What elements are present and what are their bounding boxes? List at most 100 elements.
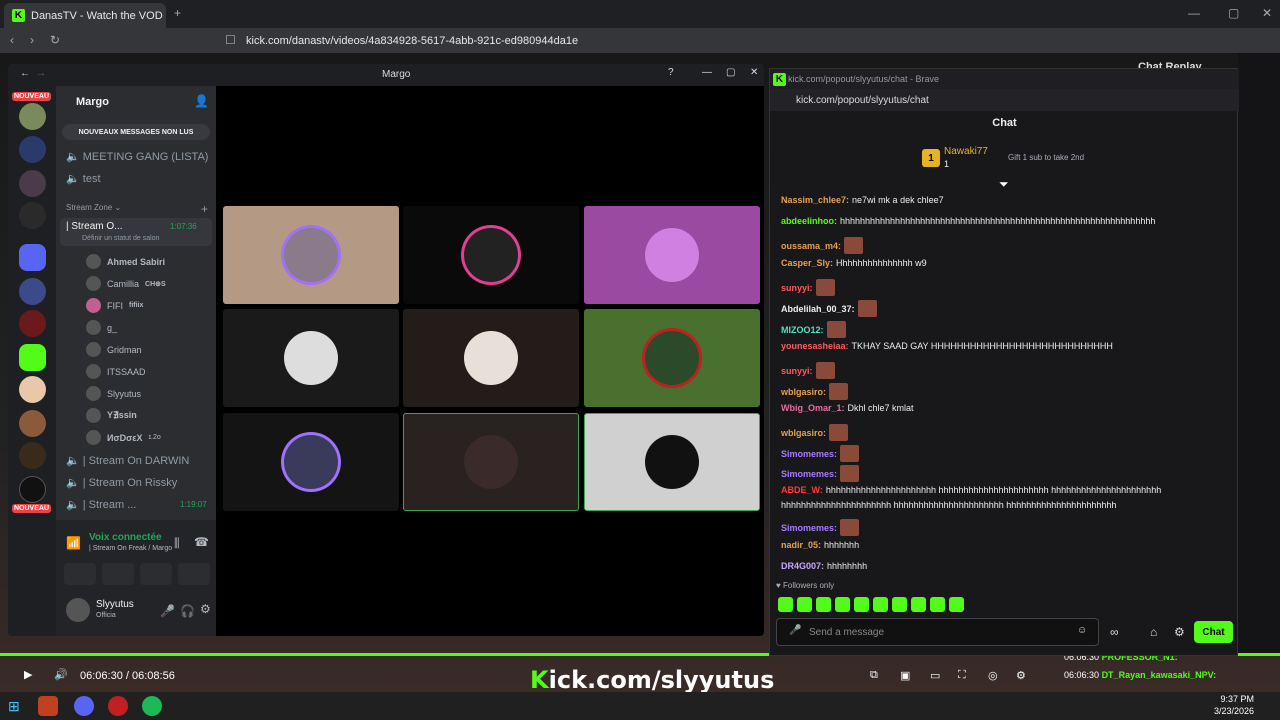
new-messages-pill[interactable]: NOUVEAUX MESSAGES NON LUS [62, 124, 210, 140]
voice-channel[interactable]: 🔈 | Stream On Rissky [66, 476, 177, 489]
emote-icon[interactable] [949, 597, 964, 612]
participant-tile[interactable] [403, 206, 579, 304]
server-icon[interactable] [19, 278, 46, 305]
close-window-icon[interactable]: ✕ [1262, 6, 1272, 20]
voice-channel[interactable]: 🔈 MEETING GANG (LISTA) [66, 150, 208, 163]
server-icon[interactable] [19, 136, 46, 163]
minimize-icon[interactable]: — [1188, 6, 1200, 20]
voice-member[interactable]: Ahmed Sabiri [86, 254, 171, 269]
participant-tile[interactable] [403, 309, 579, 407]
settings-icon[interactable]: ⚙ [1174, 625, 1185, 639]
browser-tab[interactable]: K DanasTV - Watch the VOD on Ki ✕ [4, 3, 166, 28]
server-icon[interactable] [19, 202, 46, 229]
help-icon[interactable]: ? [668, 67, 674, 78]
voice-member[interactable]: g_ [86, 320, 117, 335]
noise-icon[interactable]: ⫼ [174, 536, 180, 551]
url-field[interactable]: kick.com/danastv/videos/4a834928-5617-4a… [246, 28, 966, 53]
channel-status[interactable]: Définir un statut de salon [82, 235, 159, 242]
emote-icon[interactable] [816, 597, 831, 612]
theater-icon[interactable]: ▭ [930, 669, 940, 682]
forward-icon[interactable]: › [30, 33, 34, 47]
participant-tile[interactable] [584, 309, 760, 407]
close-icon[interactable]: ✕ [750, 67, 758, 78]
chat-username[interactable]: Wbig_Omar_1: [781, 403, 845, 413]
server-icon[interactable] [19, 442, 46, 469]
send-chat-button[interactable]: Chat [1194, 621, 1233, 643]
back-arrow-icon[interactable]: ← [20, 68, 30, 79]
participant-tile[interactable] [223, 413, 399, 511]
clip-icon[interactable]: ▣ [900, 669, 910, 682]
emote-icon[interactable] [930, 597, 945, 612]
category-header[interactable]: Stream Zone ⌄ [66, 203, 121, 212]
chat-username[interactable]: ABDE_W: [781, 485, 823, 495]
volume-icon[interactable]: 🔊 [54, 668, 68, 681]
microphone-icon[interactable]: 🎤 [789, 625, 801, 636]
participant-tile[interactable] [584, 206, 760, 304]
voice-member[interactable]: ITSSAAD [86, 364, 146, 379]
minimize-icon[interactable]: — [702, 67, 712, 78]
windows-start-icon[interactable]: ⊞ [8, 698, 20, 715]
fullscreen-icon[interactable]: ⛶ [958, 669, 966, 682]
participant-tile[interactable] [403, 413, 579, 511]
emoji-icon[interactable]: ☺ [1077, 625, 1087, 636]
chat-username[interactable]: sunyyi: [781, 283, 813, 293]
server-icon[interactable] [19, 410, 46, 437]
spotify-taskbar-icon[interactable] [142, 696, 162, 716]
chat-input[interactable]: 🎤 Send a message ☺ [776, 618, 1099, 646]
chat-username[interactable]: sunyyi: [781, 366, 813, 376]
add-channel-icon[interactable]: + [201, 202, 208, 216]
chat-username[interactable]: abdeelinhoo: [781, 216, 837, 226]
microphone-icon[interactable]: 🎤 [160, 604, 175, 618]
settings-icon[interactable]: ⚙ [200, 602, 211, 616]
bookmark-icon[interactable]: ☐ [225, 33, 236, 47]
clock-date[interactable]: 3/23/2026 [1204, 706, 1254, 716]
server-name[interactable]: Margo [76, 96, 109, 108]
voice-member[interactable]: Slyyutus [86, 386, 141, 401]
chat-username[interactable]: wblgasiro: [781, 387, 826, 397]
activities-button[interactable] [140, 563, 172, 585]
emote-icon[interactable] [854, 597, 869, 612]
voice-member[interactable]: Camillia CH⊕S [86, 276, 166, 291]
participant-tile[interactable] [223, 206, 399, 304]
server-icon[interactable] [19, 476, 46, 503]
maximize-icon[interactable]: ▢ [726, 67, 735, 78]
screen-share-button[interactable] [102, 563, 134, 585]
voice-member[interactable]: FIFI fifiix [86, 298, 143, 313]
chat-username[interactable]: Abdelilah_00_37: [781, 304, 855, 314]
camera-button[interactable] [64, 563, 96, 585]
maximize-icon[interactable]: ▢ [1228, 6, 1239, 20]
voice-status[interactable]: Voix connectée [89, 532, 162, 543]
participant-tile[interactable] [584, 413, 760, 511]
brave-taskbar-icon[interactable] [38, 696, 58, 716]
emote-icon[interactable] [873, 597, 888, 612]
chat-username[interactable]: MIZOO12: [781, 325, 824, 335]
speed-icon[interactable]: ◎ [988, 669, 998, 682]
emote-icon[interactable] [892, 597, 907, 612]
chat-username[interactable]: younesasheiaa: [781, 341, 849, 351]
new-tab-icon[interactable]: + [174, 6, 181, 20]
chat-username[interactable]: Nassim_chlee7: [781, 195, 849, 205]
chat-username[interactable]: DR4G007: [781, 561, 824, 571]
emote-icon[interactable] [835, 597, 850, 612]
chat-username[interactable]: nadir_05: [781, 540, 821, 550]
back-icon[interactable]: ‹ [10, 33, 14, 47]
collapse-icon[interactable]: ⏷ [999, 177, 1009, 192]
chat-username[interactable]: Simomemes: [781, 449, 837, 459]
voice-member[interactable]: Gridman [86, 342, 142, 357]
server-icon[interactable] [19, 376, 46, 403]
folder-icon[interactable] [19, 244, 46, 271]
store-icon[interactable]: ⌂ [1150, 625, 1157, 639]
emote-icon[interactable] [778, 597, 793, 612]
app-taskbar-icon[interactable] [108, 696, 128, 716]
invite-icon[interactable]: 👤 [194, 94, 209, 108]
points-icon[interactable]: ∞ [1110, 625, 1119, 639]
chat-username[interactable]: Casper_Sly: [781, 258, 833, 268]
clock-time[interactable]: 9:37 PM [1214, 694, 1254, 704]
active-channel[interactable]: | Stream O... 1:07:36 Définir un statut … [60, 218, 212, 246]
server-icon[interactable] [19, 310, 46, 337]
user-avatar[interactable] [66, 598, 90, 622]
forward-arrow-icon[interactable]: → [36, 68, 46, 79]
voice-channel-label[interactable]: | Stream On Freak / Margo [89, 545, 172, 552]
kick-server-icon[interactable] [19, 344, 46, 371]
emote-icon[interactable] [797, 597, 812, 612]
